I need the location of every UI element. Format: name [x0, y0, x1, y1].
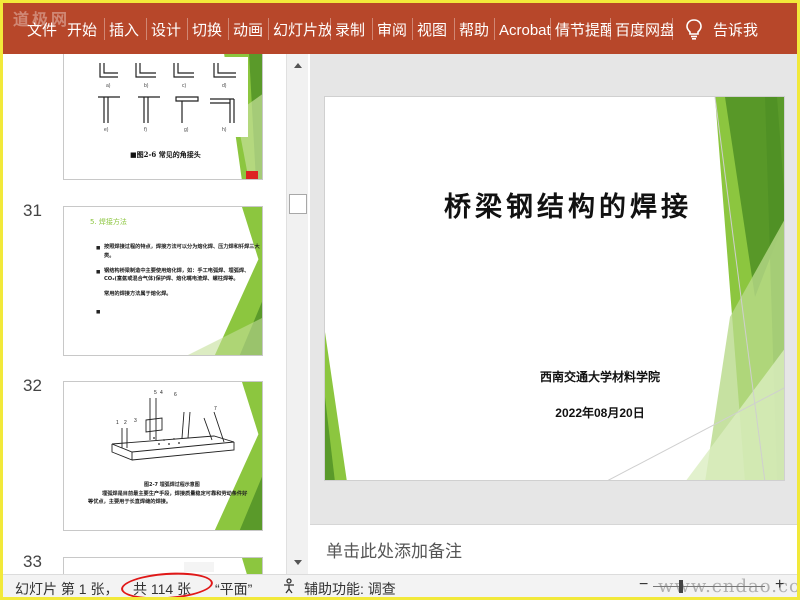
zoom-in-button[interactable]: +: [775, 576, 784, 594]
slide-position-label: 幻灯片 第 1 张，: [15, 581, 119, 597]
slide-31-bullet-3: 常用的焊接方法属于熔化焊。: [104, 291, 172, 298]
slide-background-graphic: [325, 97, 784, 480]
joint-label: f): [144, 127, 147, 133]
zoom-out-button[interactable]: −: [639, 576, 648, 594]
tell-me-search[interactable]: 告诉我: [709, 3, 762, 54]
slide-number-32: 32: [23, 376, 42, 395]
joint-label: h): [222, 127, 227, 133]
caret-up-icon: [293, 62, 302, 68]
sketch-label: 2: [124, 420, 127, 426]
slide-thumbnail-33-graphic: [184, 558, 262, 574]
sketch-label: 1: [116, 420, 119, 426]
tab-view[interactable]: 视图: [413, 3, 455, 54]
notes-placeholder[interactable]: 单击此处添加备注: [326, 537, 462, 562]
scroll-down-button[interactable]: [289, 554, 306, 571]
joint-label: c): [182, 83, 187, 89]
sketch-label: 3: [134, 418, 137, 424]
sketch-label: 7: [214, 406, 217, 412]
sketch-label: 5: [154, 390, 157, 396]
highlight-circle: [120, 569, 214, 600]
tab-baidu-netdisk[interactable]: 百度网盘: [611, 3, 673, 54]
status-bar: 幻灯片 第 1 张， 共 114 张 “平面” 辅助功能: 调查 www.cnd…: [3, 569, 800, 600]
tab-file[interactable]: 文件: [3, 3, 63, 54]
accessibility-icon[interactable]: [281, 578, 299, 597]
slide-school[interactable]: 西南交通大学材料学院: [325, 368, 784, 385]
scrollbar-thumb[interactable]: [289, 194, 307, 214]
slide-thumbnail-32-graphic: 1 2 3 4 5 6 7 图2-7 埋弧焊过程示意图 埋弧焊是目前最主要生产手…: [88, 382, 262, 530]
tab-slideshow[interactable]: 幻灯片放映: [269, 3, 331, 54]
tab-transitions[interactable]: 切换: [188, 3, 229, 54]
slide-thumbnail-31[interactable]: 5. 焊接方法 ■ ■ ■ 按照焊接过程的特点，焊接方法可以分为熔化焊、压力焊和…: [63, 206, 263, 356]
tab-help[interactable]: 帮助: [455, 3, 495, 54]
slide-32-caption: 图2-7 埋弧焊过程示意图: [144, 481, 200, 488]
svg-text:■: ■: [96, 270, 100, 275]
slide-number-33: 33: [23, 552, 42, 571]
zoom-slider-track[interactable]: [653, 586, 765, 587]
lightbulb-icon[interactable]: [679, 3, 709, 54]
slide-31-heading: 5. 焊接方法: [90, 217, 127, 226]
svg-text:■: ■: [96, 246, 100, 251]
joint-label: a): [106, 83, 111, 89]
joint-label: b): [144, 83, 149, 89]
tab-plot-reminder[interactable]: 倩节提醒: [551, 3, 611, 54]
scroll-up-button[interactable]: [289, 56, 306, 73]
sketch-label: 4: [160, 390, 163, 396]
sketch-label: 6: [174, 392, 177, 398]
slide-thumbnail-30[interactable]: a) b) c) d) e) f) g) h) ■图2-6 常见的角接头: [63, 54, 263, 180]
slide-31-bullet-1: 按照焊接过程的特点，焊接方法可以分为熔化焊、压力焊和钎焊三大类。: [104, 244, 260, 259]
slide-title[interactable]: 桥梁钢结构的焊接: [325, 185, 784, 224]
slide-thumbnail-32[interactable]: 1 2 3 4 5 6 7 图2-7 埋弧焊过程示意图 埋弧焊是目前最主要生产手…: [63, 381, 263, 531]
slide-31-bullet-2: 钢结构桥梁制造中主要使用熔化焊，如：手工电弧焊、埋弧焊、CO₂(富氩或混合气体)…: [104, 267, 250, 283]
ribbon-tabs-bar: 道极网 文件 开始 插入 设计 切换 动画 幻灯片放映 录制 审阅 视图 帮助 …: [3, 3, 797, 54]
current-slide[interactable]: 桥梁钢结构的焊接 西南交通大学材料学院 2022年08月20日: [324, 96, 785, 481]
tab-home[interactable]: 开始: [63, 3, 105, 54]
accessibility-status[interactable]: 辅助功能: 调查: [304, 579, 396, 599]
svg-text:■: ■: [96, 310, 100, 315]
tab-record[interactable]: 录制: [331, 3, 373, 54]
slide-30-caption: ■图2-6 常见的角接头: [130, 150, 201, 159]
caret-down-icon: [293, 559, 302, 565]
theme-name-label[interactable]: “平面”: [215, 579, 252, 599]
joint-label: d): [222, 83, 227, 89]
slide-thumbnail-31-graphic: 5. 焊接方法 ■ ■ ■ 按照焊接过程的特点，焊接方法可以分为熔化焊、压力焊和…: [90, 207, 262, 355]
zoom-slider-thumb[interactable]: [679, 580, 683, 593]
tab-acrobat[interactable]: Acrobat: [495, 3, 551, 54]
thumbnails-scrollbar[interactable]: [286, 54, 308, 574]
slide-editor-area: 桥梁钢结构的焊接 西南交通大学材料学院 2022年08月20日: [310, 54, 797, 524]
slide-thumbnail-33[interactable]: [63, 557, 263, 574]
slide-32-text: 埋弧焊是目前最主要生产手段，焊接质量稳定可靠和劳动条件好等优点，主要用于长直焊缝…: [88, 491, 248, 506]
tab-animations[interactable]: 动画: [229, 3, 269, 54]
joint-label: e): [104, 127, 109, 133]
notes-pane[interactable]: 单击此处添加备注: [310, 524, 797, 574]
tab-review[interactable]: 审阅: [373, 3, 413, 54]
tab-design[interactable]: 设计: [147, 3, 188, 54]
slide-thumbnails-pane: a) b) c) d) e) f) g) h) ■图2-6 常见的角接头 31 …: [3, 54, 285, 574]
joint-label: g): [184, 127, 189, 133]
slide-thumbnail-30-graphic: a) b) c) d) e) f) g) h) ■图2-6 常见的角接头: [92, 54, 262, 179]
slide-number-31: 31: [23, 201, 42, 220]
slide-date[interactable]: 2022年08月20日: [325, 404, 784, 421]
tab-insert[interactable]: 插入: [105, 3, 147, 54]
